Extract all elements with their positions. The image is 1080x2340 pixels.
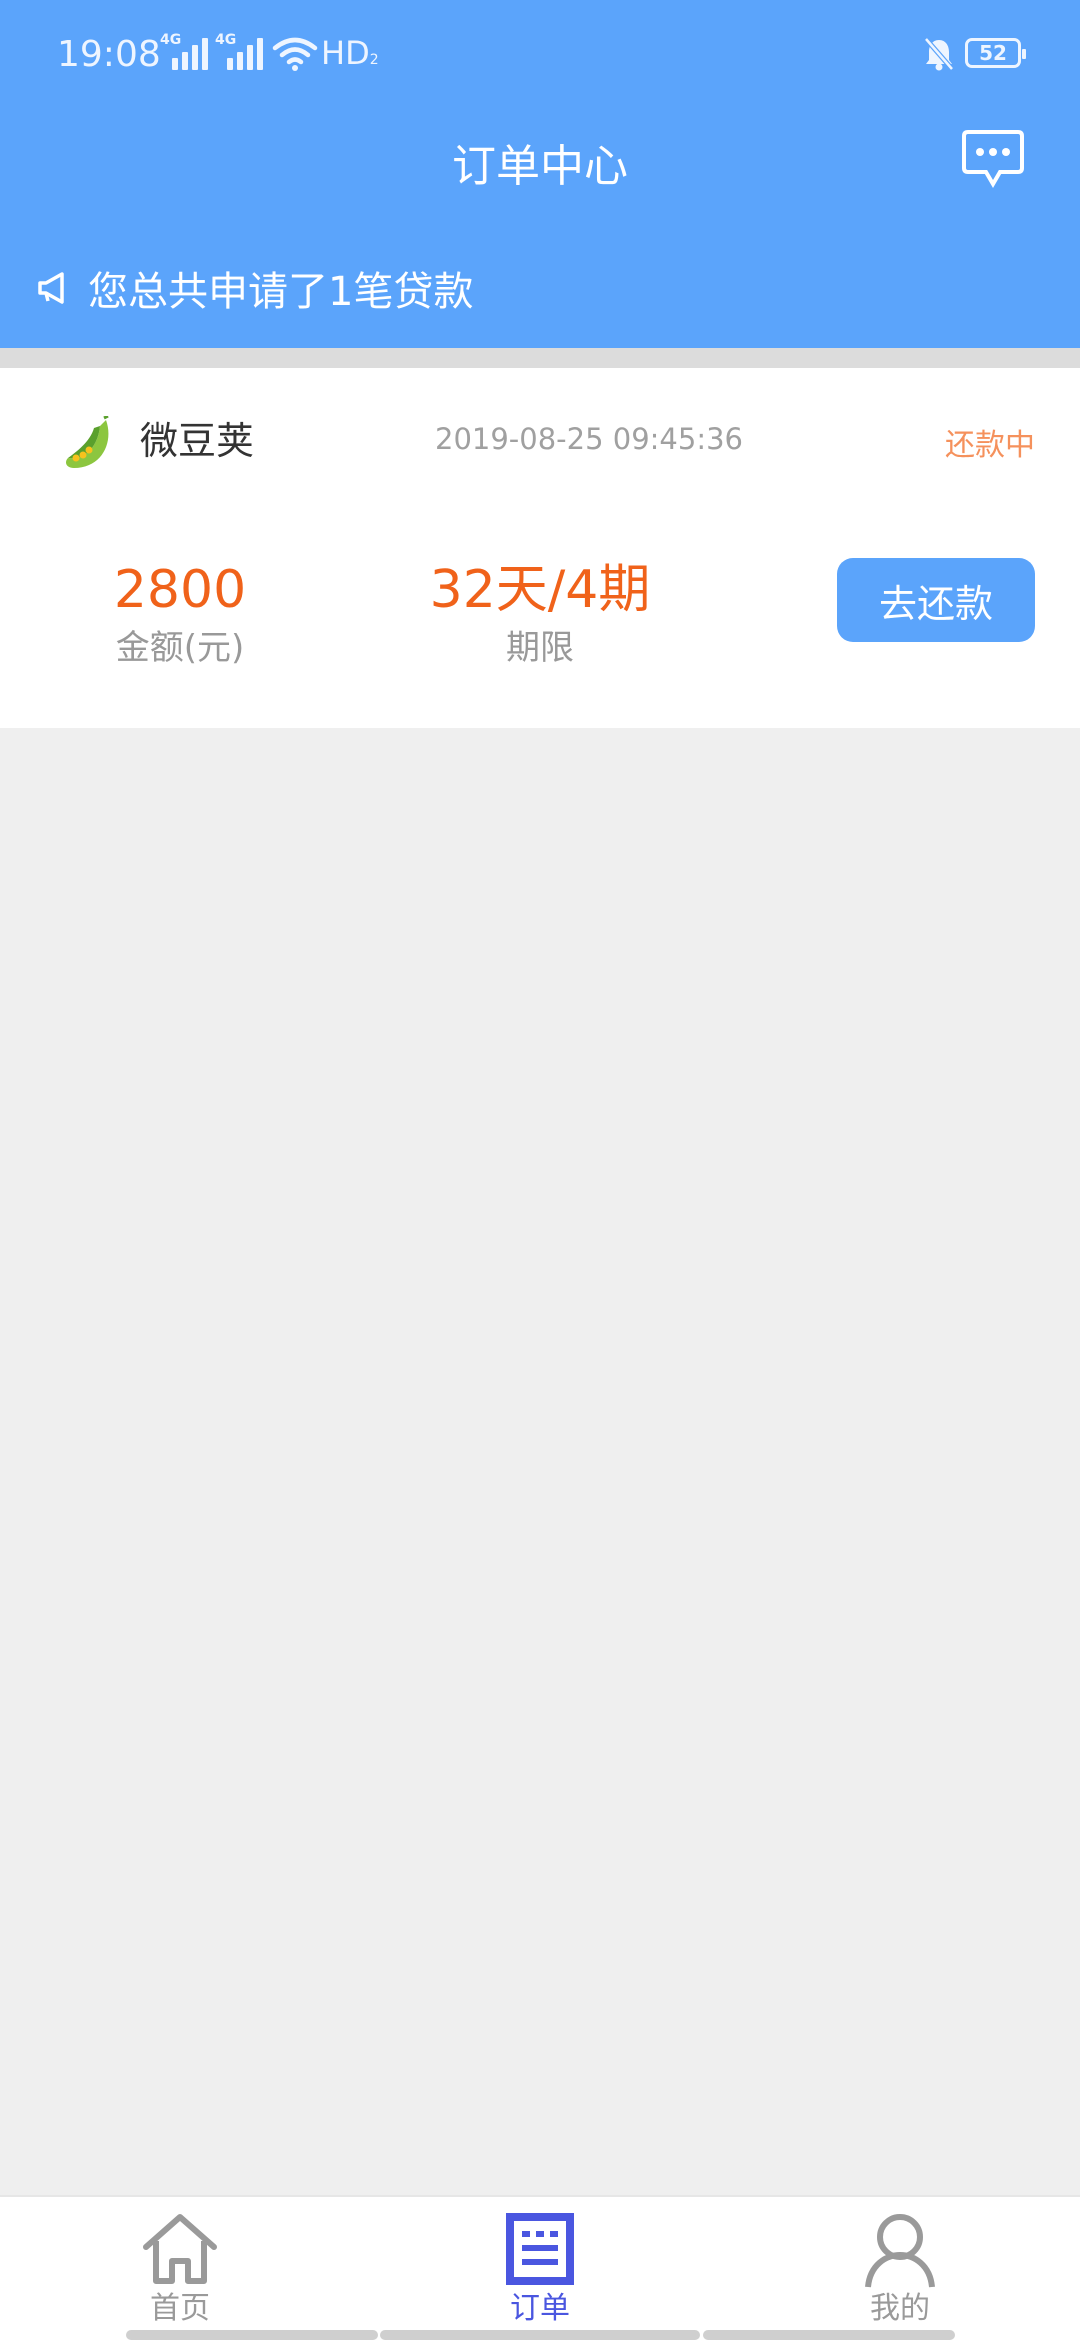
pea-pod-logo: [66, 416, 109, 468]
signal-label: 4G: [160, 32, 182, 48]
message-button[interactable]: [960, 128, 1026, 190]
signal-icon: 4G: [215, 32, 263, 70]
loan-notice: 您总共申请了1笔贷款: [34, 262, 474, 315]
section-divider: [0, 348, 1080, 368]
home-icon: [143, 2214, 217, 2284]
battery-indicator: 52: [965, 38, 1026, 68]
order-list-icon: [506, 2213, 574, 2285]
order-center-screen: 19:08 4G 4G HD2 52 订单中心 您总共申请了1笔贷款 微豆荚 2…: [0, 0, 1080, 2340]
signal-icon: 4G: [160, 32, 208, 70]
hd-indicator: HD2: [321, 34, 379, 72]
tab-label: 首页: [150, 2291, 210, 2326]
product-name: 微豆荚: [140, 419, 255, 463]
status-badge: 还款中: [945, 428, 1035, 463]
tab-mine[interactable]: 我的: [800, 2211, 1000, 2329]
term-label: 期限: [506, 628, 574, 668]
gesture-bar: [380, 2330, 700, 2340]
term-value: 32天/4期: [429, 560, 651, 620]
gesture-bar: [126, 2330, 378, 2340]
header: 19:08 4G 4G HD2 52 订单中心 您总共申请了1笔贷款: [0, 0, 1080, 348]
gesture-bar: [703, 2330, 955, 2340]
notice-text: 您总共申请了1笔贷款: [88, 269, 474, 315]
amount-value: 2800: [113, 560, 247, 620]
user-icon: [865, 2214, 935, 2288]
tab-label: 订单: [510, 2291, 570, 2326]
page-title: 订单中心: [452, 141, 628, 192]
status-bar: 19:08 4G 4G HD2 52: [0, 0, 1080, 110]
tab-order[interactable]: 订单: [440, 2211, 640, 2329]
megaphone-icon: [38, 272, 64, 304]
battery-level: 52: [979, 41, 1007, 65]
bottom-tab-bar: 首页 订单 我的: [0, 2195, 1080, 2340]
status-time: 19:08: [57, 34, 161, 75]
order-card[interactable]: 微豆荚 2019-08-25 09:45:36 还款中 2800 金额(元) 3…: [0, 368, 1080, 728]
term-block: 32天/4期 期限: [400, 558, 680, 674]
amount-label: 金额(元): [115, 628, 245, 668]
tab-home[interactable]: 首页: [80, 2211, 280, 2329]
hd-sub: 2: [369, 52, 379, 68]
order-time: 2019-08-25 09:45:36: [435, 422, 743, 456]
wifi-icon: [272, 37, 318, 71]
tab-label: 我的: [870, 2291, 930, 2326]
bell-muted-icon: [924, 37, 954, 71]
signal-label: 4G: [215, 32, 237, 48]
hd-label: HD: [321, 34, 370, 72]
amount-block: 2800 金额(元): [60, 558, 300, 674]
repay-button[interactable]: 去还款: [837, 558, 1035, 642]
